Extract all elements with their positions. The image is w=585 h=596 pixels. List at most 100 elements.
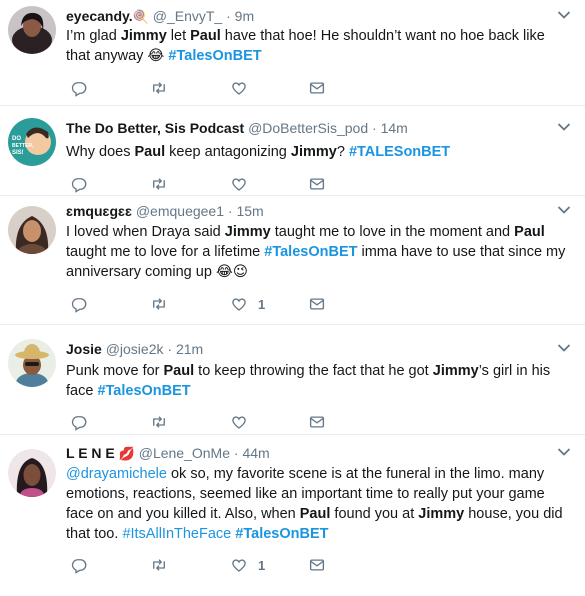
- keyword-highlight: Jimmy: [432, 363, 479, 379]
- reply-button[interactable]: [70, 555, 88, 575]
- reply-button[interactable]: [70, 78, 88, 98]
- heart-icon: [232, 298, 246, 311]
- avatar-logo: DO BETTER, SIS!: [8, 118, 56, 166]
- retweet-icon: [153, 178, 165, 190]
- chevron-down-icon[interactable]: [557, 205, 571, 215]
- separator-dot: ·: [227, 203, 233, 219]
- reply-icon: [71, 416, 87, 431]
- tweet-header: eyecandy.🍭 @_EnvyT_ · 9m: [66, 6, 254, 27]
- display-name[interactable]: The Do Better, Sis Podcast: [66, 120, 244, 136]
- text-segment: let: [166, 28, 191, 44]
- handle[interactable]: @josie2k: [106, 341, 164, 357]
- keyword-highlight: Paul: [514, 224, 545, 240]
- timestamp[interactable]: 14m: [381, 120, 408, 136]
- hashtag-link[interactable]: #TALESonBET: [349, 144, 450, 160]
- name-emoji: 🍭: [132, 9, 149, 24]
- chevron-down-icon[interactable]: [557, 10, 571, 20]
- mention-link[interactable]: @drayamichele: [66, 466, 167, 482]
- heart-icon: [232, 416, 246, 429]
- separator-dot: ·: [233, 445, 239, 461]
- envelope-icon: [309, 178, 325, 190]
- retweet-icon: [153, 559, 165, 571]
- text-segment: taught me to love in the moment and: [270, 224, 515, 240]
- retweet-icon: [153, 82, 165, 94]
- timestamp[interactable]: 9m: [235, 8, 254, 24]
- avatar-photo: [8, 339, 56, 387]
- tweet-header: L E N E 💋 @Lene_OnMe · 44m: [66, 443, 270, 464]
- like-button[interactable]: [230, 412, 258, 432]
- avatar-photo: [8, 206, 56, 254]
- tweet-header: Josie @josie2k · 21m: [66, 339, 203, 359]
- envelope-icon: [309, 559, 325, 571]
- display-name[interactable]: L E N E: [66, 445, 115, 461]
- hashtag-link[interactable]: #TalesOnBET: [168, 48, 261, 64]
- chevron-down-icon[interactable]: [557, 447, 571, 457]
- hashtag-link[interactable]: #TalesOnBET: [97, 383, 190, 399]
- retweet-button[interactable]: [150, 555, 168, 575]
- tweet[interactable]: DO BETTER, SIS! The Do Better, Sis Podca…: [0, 106, 585, 196]
- direct-message-button[interactable]: [308, 294, 326, 314]
- handle[interactable]: @_EnvyT_: [153, 8, 222, 24]
- retweet-button[interactable]: [150, 412, 168, 432]
- direct-message-button[interactable]: [308, 412, 326, 432]
- timestamp[interactable]: 15m: [236, 203, 263, 219]
- display-name[interactable]: Josie: [66, 341, 102, 357]
- svg-text:BETTER,: BETTER,: [12, 143, 34, 149]
- avatar[interactable]: [8, 339, 56, 387]
- text-segment: I loved when Draya said: [66, 224, 225, 240]
- retweet-icon: [153, 416, 165, 428]
- text-segment: keep antagonizing: [165, 144, 291, 160]
- hashtag-link[interactable]: #TalesOnBET: [264, 244, 357, 260]
- reply-button[interactable]: [70, 412, 88, 432]
- reply-button[interactable]: [70, 174, 88, 194]
- chevron-down-icon[interactable]: [557, 343, 571, 353]
- avatar[interactable]: [8, 6, 56, 54]
- hashtag-link[interactable]: #ItsAllInTheFace: [122, 526, 231, 542]
- timestamp[interactable]: 21m: [176, 341, 203, 357]
- like-button[interactable]: [230, 174, 258, 194]
- tweet[interactable]: L E N E 💋 @Lene_OnMe · 44m @drayamichele…: [0, 435, 585, 596]
- tweet[interactable]: Josie @josie2k · 21m Punk move for Paul …: [0, 325, 585, 435]
- heart-icon: [232, 178, 246, 191]
- direct-message-button[interactable]: [308, 174, 326, 194]
- hashtag-link[interactable]: #TalesOnBET: [235, 526, 328, 542]
- direct-message-button[interactable]: [308, 78, 326, 98]
- separator-dot: ·: [226, 8, 231, 24]
- chevron-down-icon[interactable]: [557, 122, 571, 132]
- text-segment: I’m glad: [66, 28, 121, 44]
- heart-icon: [232, 82, 246, 95]
- envelope-icon: [309, 82, 325, 94]
- reply-icon: [71, 298, 87, 313]
- like-button[interactable]: [230, 78, 258, 98]
- display-name[interactable]: eyecandy.: [66, 8, 133, 24]
- svg-text:SIS!: SIS!: [12, 150, 24, 156]
- handle[interactable]: @Lene_OnMe: [139, 445, 230, 461]
- handle[interactable]: @DoBetterSis_pod: [248, 120, 368, 136]
- text-segment: to keep throwing the fact that he got: [194, 363, 433, 379]
- like-button[interactable]: 1: [230, 294, 265, 314]
- tweet-text: Punk move for Paul to keep throwing the …: [66, 361, 571, 401]
- avatar[interactable]: [8, 449, 56, 497]
- retweet-button[interactable]: [150, 294, 168, 314]
- timestamp[interactable]: 44m: [242, 445, 269, 461]
- keyword-highlight: Jimmy: [120, 28, 167, 44]
- tweet[interactable]: ɛmquɛgɛɛ @emquegee1 · 15m I loved when D…: [0, 196, 585, 325]
- tweet-feed: eyecandy.🍭 @_EnvyT_ · 9m I’m glad Jimmy …: [0, 0, 585, 596]
- like-button[interactable]: 1: [230, 555, 265, 575]
- retweet-button[interactable]: [150, 78, 168, 98]
- reply-button[interactable]: [70, 294, 88, 314]
- keyword-highlight: Paul: [190, 28, 221, 44]
- display-name[interactable]: ɛmquɛgɛɛ: [66, 203, 132, 219]
- tweet[interactable]: eyecandy.🍭 @_EnvyT_ · 9m I’m glad Jimmy …: [0, 0, 585, 106]
- envelope-icon: [309, 416, 325, 428]
- text-segment: ?: [336, 144, 349, 160]
- avatar[interactable]: [8, 206, 56, 254]
- envelope-icon: [309, 298, 325, 310]
- heart-icon: [232, 559, 246, 572]
- retweet-button[interactable]: [150, 174, 168, 194]
- avatar[interactable]: DO BETTER, SIS!: [8, 118, 56, 166]
- keyword-highlight: Paul: [299, 506, 331, 522]
- handle[interactable]: @emquegee1: [136, 203, 224, 219]
- direct-message-button[interactable]: [308, 555, 326, 575]
- emoji: 😂: [147, 48, 165, 64]
